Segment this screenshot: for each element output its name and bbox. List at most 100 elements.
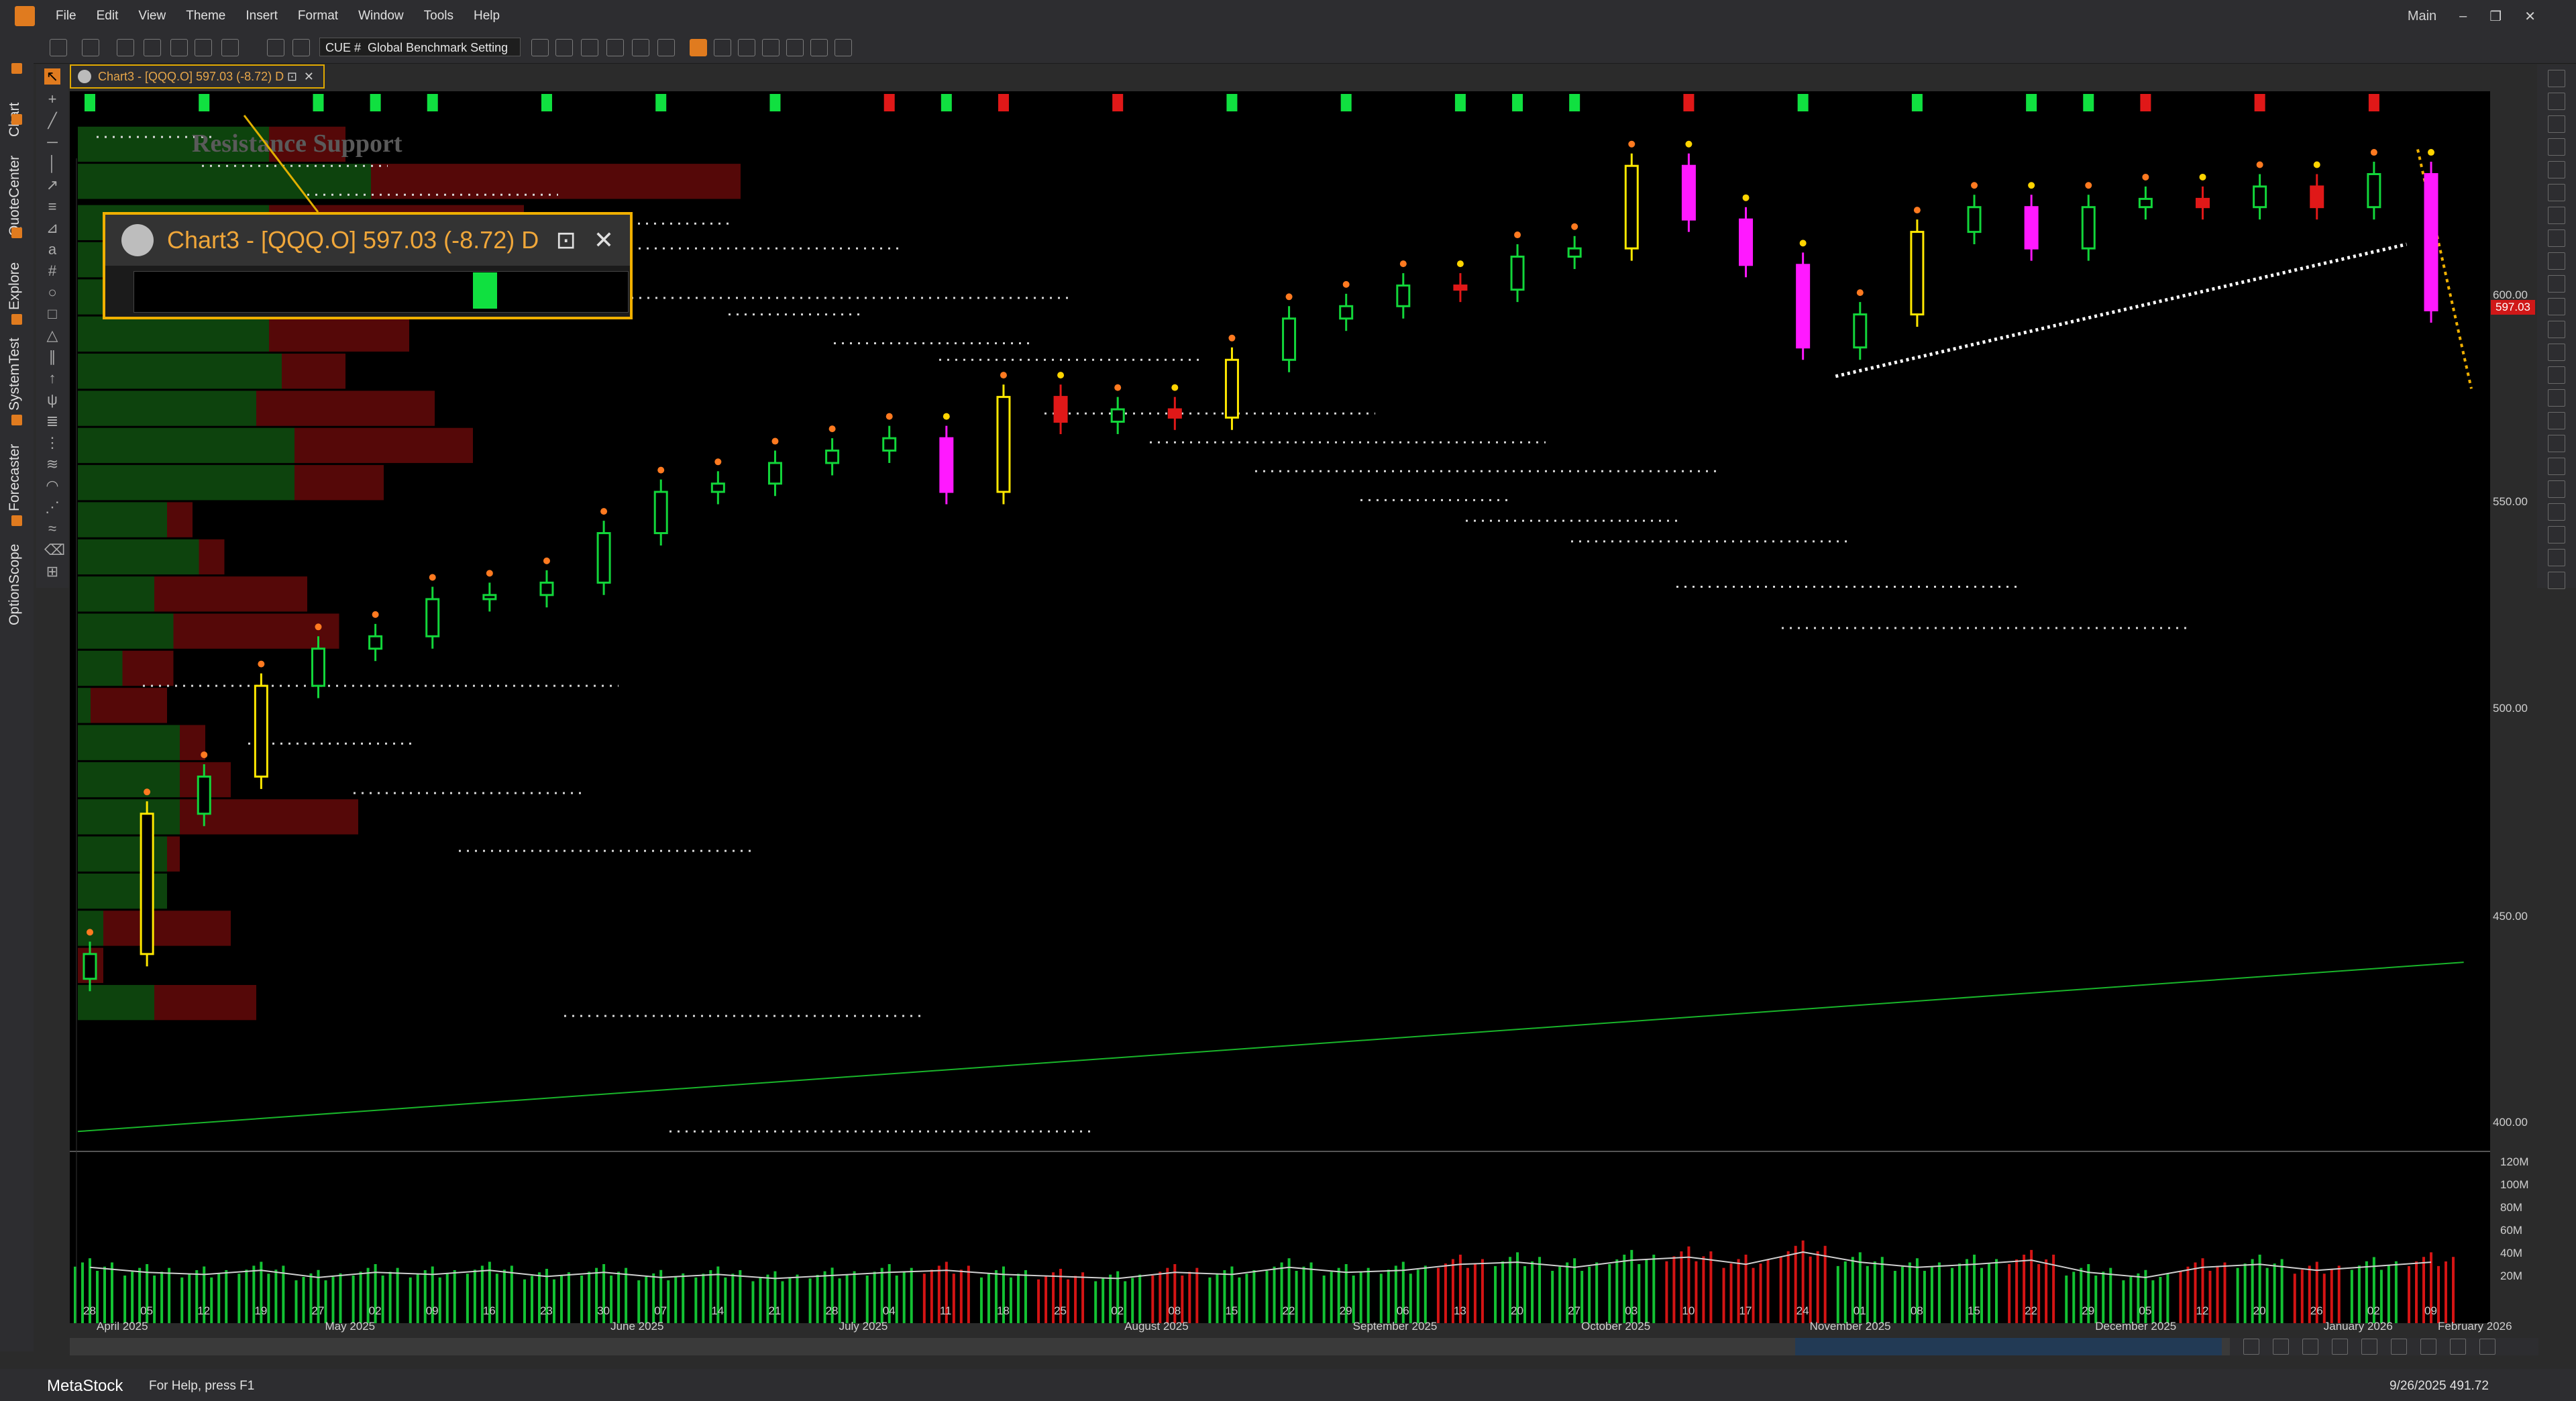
menu-insert[interactable]: Insert xyxy=(235,9,288,23)
zigzag-icon[interactable]: ≈ xyxy=(44,521,60,537)
popup-close-icon[interactable]: ✕ xyxy=(594,226,614,254)
right-tool-15-icon[interactable] xyxy=(2548,389,2565,407)
ray-icon[interactable]: ↗ xyxy=(44,177,60,193)
nav-optionscope[interactable]: OptionScope xyxy=(7,531,27,625)
menu-window[interactable]: Window xyxy=(348,9,414,23)
cut-icon[interactable] xyxy=(170,39,188,56)
bar-chart-icon[interactable] xyxy=(690,39,707,56)
text-icon[interactable]: a xyxy=(44,242,60,258)
restore-button[interactable]: ❐ xyxy=(2489,8,2502,25)
arrow-icon[interactable]: ↑ xyxy=(44,370,60,386)
grid-tool-icon[interactable]: # xyxy=(44,263,60,279)
paste-icon[interactable] xyxy=(221,39,239,56)
zoom-out-icon[interactable] xyxy=(2420,1339,2436,1355)
pin-icon[interactable]: ⊡ xyxy=(287,70,297,84)
right-tool-13-icon[interactable] xyxy=(2548,344,2565,361)
right-tool-23-icon[interactable] xyxy=(2548,572,2565,589)
crosshair-icon[interactable]: + xyxy=(44,91,60,107)
nav-explore[interactable]: Explore xyxy=(7,243,27,310)
gann-icon[interactable]: ⊿ xyxy=(44,220,60,236)
right-tool-20-icon[interactable] xyxy=(2548,503,2565,521)
symbol-popup[interactable]: Chart3 - [QQQ.O] 597.03 (-8.72) D ⊡ ✕ xyxy=(103,212,633,319)
right-tool-11-icon[interactable] xyxy=(2548,298,2565,315)
speed-lines-icon[interactable]: ≣ xyxy=(44,413,60,429)
line-chart-icon[interactable] xyxy=(714,39,731,56)
erase-icon[interactable]: ⌫ xyxy=(44,542,65,558)
zoom-icon[interactable] xyxy=(2243,1339,2259,1355)
triangle-icon[interactable]: △ xyxy=(44,327,60,344)
right-tool-18-icon[interactable] xyxy=(2548,458,2565,475)
refresh-icon[interactable] xyxy=(292,39,310,56)
lock-icon[interactable] xyxy=(555,39,573,56)
regression-icon[interactable]: ≋ xyxy=(44,456,60,472)
vertical-line-icon[interactable]: │ xyxy=(44,156,60,172)
ellipse-icon[interactable]: ○ xyxy=(44,284,60,301)
right-tool-3-icon[interactable] xyxy=(2548,115,2565,133)
right-tool-5-icon[interactable] xyxy=(2548,161,2565,178)
popup-pin-icon[interactable]: ⊡ xyxy=(556,226,576,254)
settings-icon[interactable] xyxy=(2479,1339,2496,1355)
fibonacci-icon[interactable]: ≡ xyxy=(44,199,60,215)
save-icon[interactable] xyxy=(117,39,134,56)
alert-icon[interactable] xyxy=(606,39,624,56)
grid-icon[interactable] xyxy=(738,39,755,56)
right-tool-22-icon[interactable] xyxy=(2548,549,2565,566)
nav-chart[interactable]: Chart xyxy=(7,76,27,137)
pointer-icon[interactable]: ↖ xyxy=(44,68,60,85)
scan-icon[interactable] xyxy=(531,39,549,56)
sync-icon[interactable] xyxy=(2273,1339,2289,1355)
trendline-icon[interactable]: ╱ xyxy=(44,113,60,129)
menu-theme[interactable]: Theme xyxy=(176,9,235,23)
pitchfork-icon[interactable]: ψ xyxy=(44,392,60,408)
window-icon[interactable] xyxy=(762,39,780,56)
right-tool-2-icon[interactable] xyxy=(2548,93,2565,110)
menu-file[interactable]: File xyxy=(46,9,87,23)
tile-icon[interactable] xyxy=(786,39,804,56)
chart-tab[interactable]: Chart3 - [QQQ.O] 597.03 (-8.72) D ⊡ ✕ xyxy=(70,64,325,89)
channel-icon[interactable]: ∥ xyxy=(44,349,60,365)
dropdown-icon[interactable] xyxy=(657,39,675,56)
menu-tools[interactable]: Tools xyxy=(414,9,464,23)
right-tool-4-icon[interactable] xyxy=(2548,138,2565,156)
right-tool-14-icon[interactable] xyxy=(2548,366,2565,384)
minimize-button[interactable]: – xyxy=(2459,9,2467,24)
maximize-icon[interactable] xyxy=(835,39,852,56)
horizontal-line-icon[interactable]: ─ xyxy=(44,134,60,150)
right-tool-1-icon[interactable] xyxy=(2548,70,2565,87)
layout-icon[interactable] xyxy=(267,39,284,56)
right-tool-7-icon[interactable] xyxy=(2548,207,2565,224)
benchmark-select[interactable]: CUE # Global Benchmark Setting xyxy=(319,38,521,56)
nav-forecaster[interactable]: Forecaster xyxy=(7,431,27,511)
nav-quotecenter[interactable]: QuoteCenter xyxy=(7,136,27,236)
right-tool-12-icon[interactable] xyxy=(2548,321,2565,338)
new-icon[interactable] xyxy=(50,39,67,56)
nav-systemtest[interactable]: SystemTest xyxy=(7,330,27,411)
rectangle-icon[interactable]: □ xyxy=(44,306,60,322)
close-icon[interactable]: ✕ xyxy=(304,70,314,84)
navigator-window[interactable] xyxy=(1795,1338,2222,1355)
print-icon[interactable] xyxy=(144,39,161,56)
open-icon[interactable] xyxy=(82,39,99,56)
periodicity-icon[interactable] xyxy=(2302,1339,2318,1355)
expert-icon[interactable] xyxy=(632,39,649,56)
right-tool-21-icon[interactable] xyxy=(2548,526,2565,543)
right-tool-10-icon[interactable] xyxy=(2548,275,2565,293)
cycle-lines-icon[interactable]: ⋮ xyxy=(44,435,60,451)
scroll-left-icon[interactable] xyxy=(2361,1339,2377,1355)
menu-view[interactable]: View xyxy=(128,9,176,23)
layout-selector[interactable]: Main xyxy=(2408,9,2436,24)
right-tool-19-icon[interactable] xyxy=(2548,480,2565,498)
arc-icon[interactable]: ◠ xyxy=(44,478,60,494)
menu-edit[interactable]: Edit xyxy=(87,9,129,23)
right-tool-16-icon[interactable] xyxy=(2548,412,2565,429)
copy-icon[interactable] xyxy=(195,39,212,56)
scroll-right-icon[interactable] xyxy=(2391,1339,2407,1355)
calendar-icon[interactable] xyxy=(581,39,598,56)
pan-icon[interactable] xyxy=(2332,1339,2348,1355)
fan-icon[interactable]: ⋰ xyxy=(44,499,60,515)
menu-format[interactable]: Format xyxy=(288,9,348,23)
cascade-icon[interactable] xyxy=(810,39,828,56)
right-tool-8-icon[interactable] xyxy=(2548,229,2565,247)
close-window-button[interactable]: ✕ xyxy=(2524,8,2536,25)
right-tool-6-icon[interactable] xyxy=(2548,184,2565,201)
